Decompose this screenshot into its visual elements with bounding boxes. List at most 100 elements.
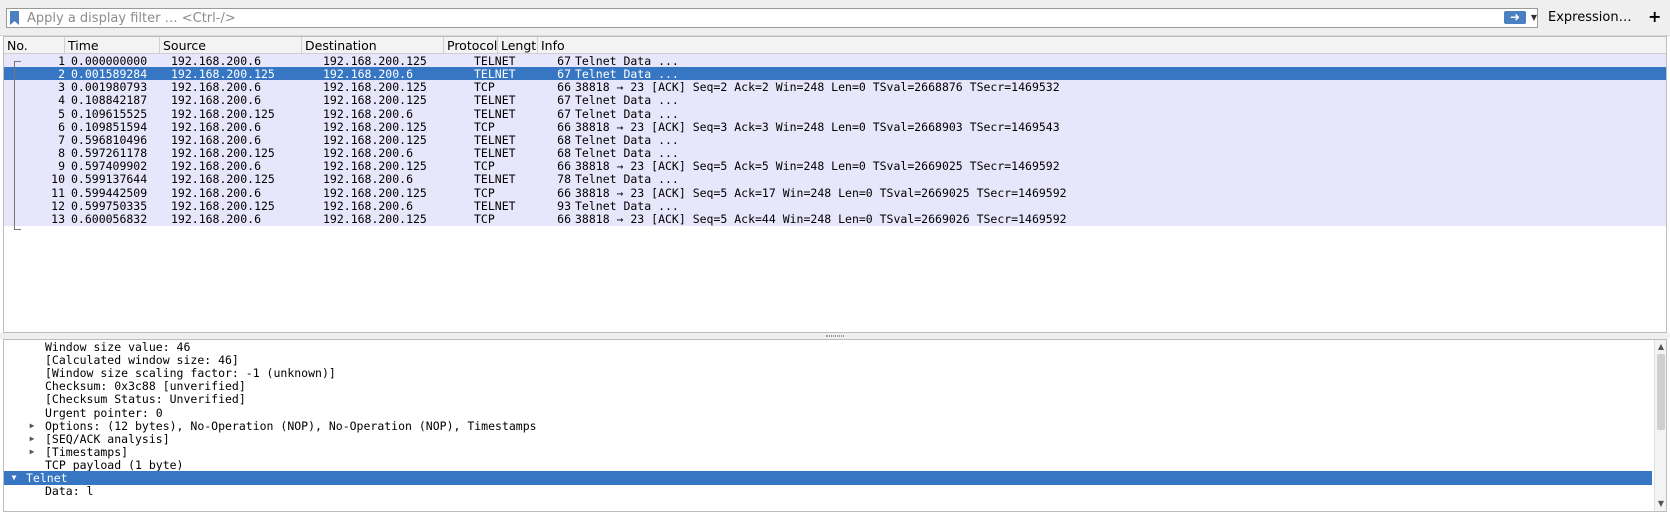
details-tree-label: [Timestamps] [45,444,129,459]
details-tree-item[interactable]: TCP payload (1 byte) [4,458,1652,472]
packet-info: Telnet Data ... [575,67,679,82]
packet-time: 0.599750335 [71,198,148,213]
packet-source: 192.168.200.6 [171,132,262,147]
conversation-bracket [14,61,15,229]
packet-row[interactable]: 7 0.596810496 192.168.200.6 192.168.200.125… [4,132,1666,147]
packet-source: 192.168.200.6 [171,93,262,108]
packet-destination: 192.168.200.125 [323,211,427,226]
packet-details: Window size value: 46 [Calculated window … [3,339,1667,512]
packet-row[interactable]: 8 0.597261178 192.168.200.125 192.168.200.6… [4,146,1666,161]
column-header-info[interactable]: Info [538,37,1666,54]
details-tree-label: Options: (12 bytes), No-Operation (NOP),… [45,418,537,433]
packet-row[interactable]: 6 0.109851594 192.168.200.6 192.168.200.125… [4,119,1666,134]
packet-info: Telnet Data ... [575,198,679,213]
packet-row[interactable]: 1 0.000000000 192.168.200.6 192.168.200.125… [4,54,1666,68]
packet-destination: 192.168.200.6 [323,146,414,161]
packet-length: 66 [557,80,571,95]
packet-protocol: TCP [474,80,495,95]
packet-info: 38818 → 23 [ACK] Seq=3 Ack=3 Win=248 Len… [575,119,1060,134]
details-tree-label: [Window size scaling factor: -1 (unknown… [45,366,336,381]
packet-row[interactable]: 11 0.599442509 192.168.200.6 192.168.200.12… [4,185,1666,200]
chevron-down-icon: ▼ [1530,13,1538,22]
packet-row[interactable]: 12 0.599750335 192.168.200.125 192.168.200.… [4,198,1666,213]
display-filter-input[interactable] [27,9,1497,27]
column-header-time[interactable]: Time [65,37,160,54]
filter-history-dropdown[interactable]: ▼ [1530,10,1538,26]
packet-source: 192.168.200.6 [171,80,262,95]
packet-time: 0.109615525 [71,106,148,121]
expression-button[interactable]: Expression… [1548,10,1632,25]
packet-length: 68 [557,132,571,147]
apply-filter-button[interactable]: ➜ [1504,11,1526,24]
column-header-source[interactable]: Source [160,37,302,54]
scrollbar-thumb[interactable] [1657,354,1665,430]
column-header-no[interactable]: No. [4,37,65,54]
packet-time: 0.597261178 [71,146,148,161]
scroll-up-icon[interactable]: ▲ [1655,341,1667,353]
packet-source: 192.168.200.125 [171,146,275,161]
display-filter-box[interactable]: ➜ ▼ [6,8,1538,28]
details-tree-item[interactable]: ▼ Telnet [4,471,1652,485]
chevron-right-icon[interactable]: ▶ [27,432,37,446]
packet-row[interactable]: 3 0.001980793 192.168.200.6 192.168.200.125… [4,80,1666,95]
packet-time: 0.597409902 [71,159,148,174]
packet-time: 0.001589284 [71,67,148,82]
packet-info: Telnet Data ... [575,146,679,161]
packet-time: 0.599137644 [71,172,148,187]
conversation-start-tick [14,61,21,62]
packet-destination: 192.168.200.125 [323,54,427,68]
chevron-right-icon[interactable]: ▶ [27,419,37,433]
packet-protocol: TELNET [474,198,516,213]
bookmark-icon[interactable] [10,11,19,25]
column-header-length[interactable]: Length [498,37,538,54]
packet-source: 192.168.200.6 [171,54,262,68]
packet-length: 78 [557,172,571,187]
details-tree-item[interactable]: Window size value: 46 [4,340,1652,354]
packet-row[interactable]: 2 0.001589284 192.168.200.125 192.168.200.6… [4,67,1666,82]
details-tree-label: Telnet [26,471,68,485]
chevron-down-icon[interactable]: ▼ [9,471,19,485]
packet-time: 0.108842187 [71,93,148,108]
packet-row[interactable]: 10 0.599137644 192.168.200.125 192.168.200.… [4,172,1666,187]
packet-list: No. Time Source Destination Protocol Len… [3,36,1667,333]
details-tree-item[interactable]: [Window size scaling factor: -1 (unknown… [4,366,1652,380]
details-tree-item[interactable]: ▶ Options: (12 bytes), No-Operation (NOP)… [4,419,1652,433]
packet-length: 66 [557,211,571,226]
details-tree-label: Urgent pointer: 0 [45,405,163,420]
column-header-protocol[interactable]: Protocol [444,37,498,54]
packet-source: 192.168.200.125 [171,172,275,187]
packet-row[interactable]: 4 0.108842187 192.168.200.6 192.168.200.125… [4,93,1666,108]
details-tree-item[interactable]: Checksum: 0x3c88 [unverified] [4,379,1652,393]
details-tree-label: Window size value: 46 [45,340,191,354]
splitter-grip[interactable] [826,335,844,337]
packet-info: Telnet Data ... [575,172,679,187]
packet-row[interactable]: 5 0.109615525 192.168.200.125 192.168.200.6… [4,106,1666,121]
packet-time: 0.001980793 [71,80,148,95]
details-tree-label: Data: l [45,484,94,499]
add-filter-button[interactable]: + [1648,7,1661,26]
details-tree-item[interactable]: [Calculated window size: 46] [4,353,1652,367]
details-tree-item[interactable]: Data: l [4,484,1652,498]
packet-source: 192.168.200.6 [171,185,262,200]
details-tree-item[interactable]: ▶ [Timestamps] [4,445,1652,459]
details-tree-item[interactable]: ▶ [SEQ/ACK analysis] [4,432,1652,446]
packet-length: 93 [557,198,571,213]
packet-destination: 192.168.200.6 [323,106,414,121]
packet-list-header: No. Time Source Destination Protocol Len… [4,37,1666,54]
column-header-destination[interactable]: Destination [302,37,444,54]
filter-toolbar: ➜ ▼ Expression… + [0,0,1670,36]
packet-row[interactable]: 13 0.600056832 192.168.200.6 192.168.200.12… [4,211,1666,226]
packet-length: 67 [557,67,571,82]
scroll-down-icon[interactable]: ▼ [1655,498,1667,510]
packet-destination: 192.168.200.125 [323,185,427,200]
packet-row[interactable]: 9 0.597409902 192.168.200.6 192.168.200.125… [4,159,1666,174]
details-scrollbar[interactable]: ▲ ▼ [1654,340,1666,511]
packet-time: 0.600056832 [71,211,148,226]
packet-time: 0.596810496 [71,132,148,147]
details-tree-label: [Calculated window size: 46] [45,353,239,368]
details-tree-item[interactable]: [Checksum Status: Unverified] [4,392,1652,406]
details-tree-label: [SEQ/ACK analysis] [45,431,170,446]
chevron-right-icon[interactable]: ▶ [27,445,37,459]
details-tree-item[interactable]: Urgent pointer: 0 [4,406,1652,420]
packet-source: 192.168.200.6 [171,211,262,226]
